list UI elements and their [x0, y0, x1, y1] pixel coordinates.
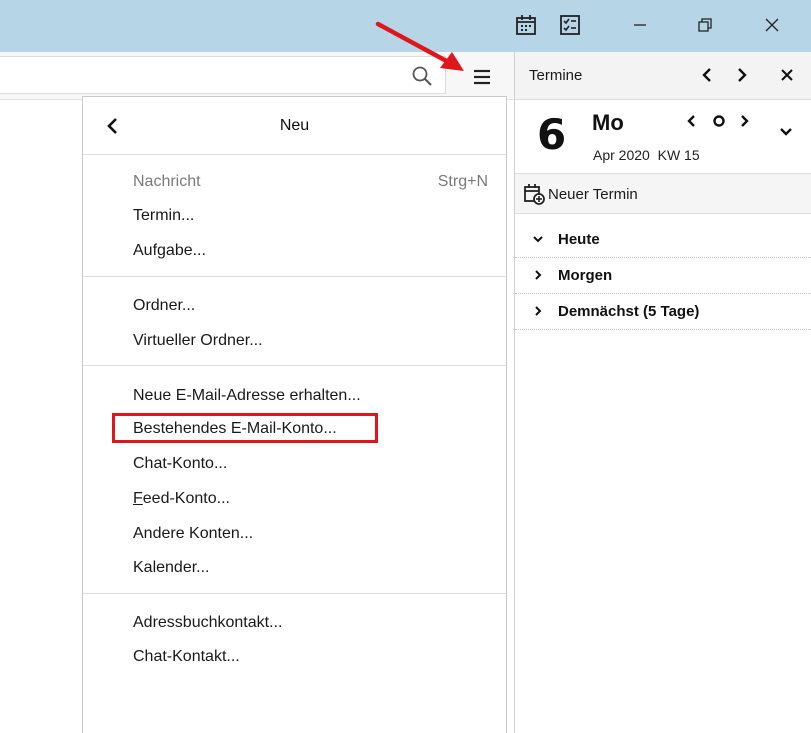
menu-item-adressbuchkontakt[interactable]: Adressbuchkontakt...: [133, 614, 282, 632]
weekday: Mo: [592, 110, 624, 135]
menu-item-ordner[interactable]: Ordner...: [133, 297, 195, 315]
next-chevron-icon[interactable]: [730, 63, 754, 87]
menu-item-feed-konto[interactable]: Feed-Konto...: [133, 490, 230, 508]
minimize-icon[interactable]: [625, 12, 655, 38]
shortcut-label: Strg+N: [437, 173, 488, 190]
new-event-icon: [523, 183, 545, 205]
restore-icon[interactable]: [690, 12, 720, 38]
calendar-icon[interactable]: [515, 14, 537, 36]
menu-item-termin[interactable]: Termin...: [133, 207, 194, 225]
highlight-box: [112, 413, 378, 443]
mini-day-display: 6 Mo Apr 2020 KW 15: [515, 100, 811, 174]
agenda-section-demnaechst[interactable]: Demnächst (5 Tage): [515, 294, 811, 330]
menu-title: Neu: [279, 117, 310, 134]
today-circle-icon[interactable]: [712, 114, 726, 132]
expand-chevron-down-icon[interactable]: [779, 124, 793, 141]
calendar-week: KW 15: [657, 147, 700, 163]
menu-item-chat-konto[interactable]: Chat-Konto...: [133, 455, 227, 473]
chevron-right-icon: [531, 304, 545, 318]
chevron-right-icon: [531, 268, 545, 282]
menu-separator: [83, 593, 506, 594]
menu-item-kalender[interactable]: Kalender...: [133, 559, 210, 577]
new-event-button[interactable]: Neuer Termin: [515, 174, 811, 214]
close-icon[interactable]: [757, 12, 787, 38]
menu-item-aufgabe[interactable]: Aufgabe...: [133, 242, 206, 260]
agenda-label: Morgen: [558, 267, 613, 284]
menu-item-label: eed-Konto...: [142, 490, 230, 507]
today-pane-title: Termine: [529, 67, 583, 84]
month-year: Apr 2020: [593, 147, 650, 163]
agenda-section-morgen[interactable]: Morgen: [515, 258, 811, 294]
next-day-icon[interactable]: [739, 114, 749, 132]
menu-item-virtueller-ordner[interactable]: Virtueller Ordner...: [133, 332, 263, 350]
menu-header: Neu: [83, 97, 506, 155]
menu-separator: [83, 276, 506, 277]
today-pane-header: Termine: [515, 52, 811, 100]
menu-item-chat-kontakt[interactable]: Chat-Kontakt...: [133, 648, 240, 666]
annotation-arrow-icon: [375, 21, 464, 71]
new-event-label: Neuer Termin: [548, 186, 638, 203]
previous-day-icon[interactable]: [687, 114, 697, 132]
menu-item-andere-konten[interactable]: Andere Konten...: [133, 525, 253, 543]
menu-item-nachricht[interactable]: Nachricht: [133, 173, 201, 191]
today-pane: Termine 6 Mo Apr 2020 KW 15 Neuer Termin…: [514, 52, 811, 733]
agenda-label: Demnächst (5 Tage): [558, 303, 700, 320]
month-year-week: Apr 2020 KW 15: [593, 147, 700, 163]
menu-separator: [83, 365, 506, 366]
menu-item-neue-email-adresse[interactable]: Neue E-Mail-Adresse erhalten...: [133, 387, 361, 405]
tasks-icon[interactable]: [559, 14, 581, 36]
agenda-label: Heute: [558, 231, 600, 248]
chevron-down-icon: [531, 232, 545, 246]
close-pane-icon[interactable]: [775, 63, 799, 87]
previous-chevron-icon[interactable]: [695, 63, 719, 87]
access-key: F: [133, 490, 143, 507]
new-submenu-panel: Neu Nachricht Strg+N Termin... Aufgabe..…: [82, 96, 507, 733]
agenda-section-heute[interactable]: Heute: [515, 222, 811, 258]
day-number: 6: [537, 110, 567, 159]
